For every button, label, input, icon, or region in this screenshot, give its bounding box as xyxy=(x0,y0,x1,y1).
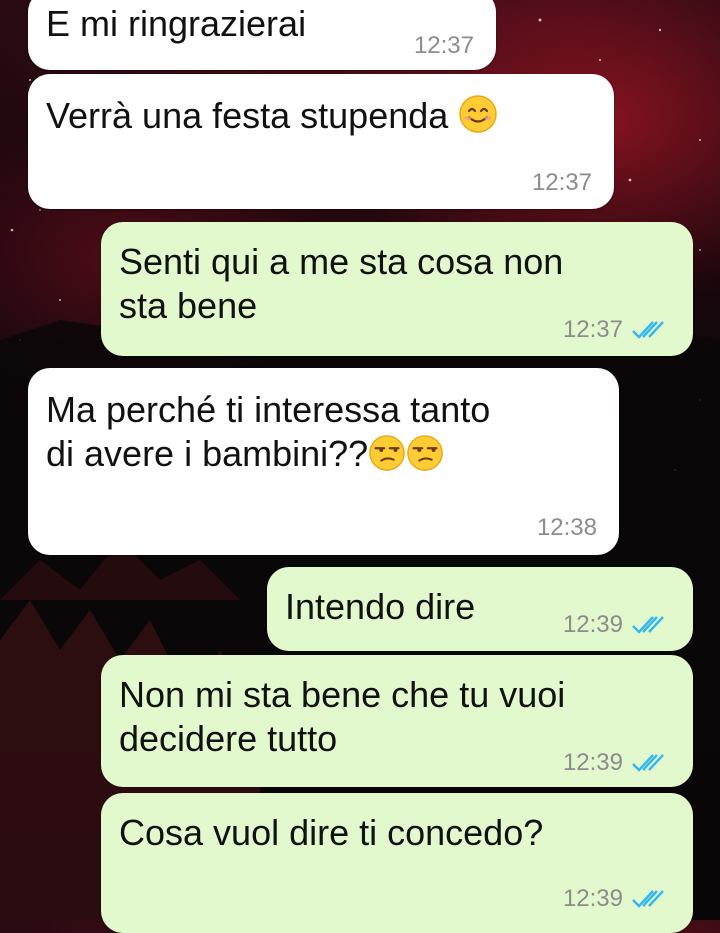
message-text-line: Non mi sta bene che tu vuoi xyxy=(119,674,566,715)
unamused-face-emoji-icon xyxy=(407,435,444,471)
message-text: Ma perché ti interessa tanto di avere i … xyxy=(46,388,601,476)
read-receipt-icon xyxy=(632,616,664,634)
message-timestamp: 12:37 xyxy=(562,316,623,343)
message-timestamp: 12:39 xyxy=(562,885,623,912)
smiling-face-emoji-icon xyxy=(459,95,498,133)
message-bubble-outgoing[interactable]: Senti qui a me sta cosa non sta bene 12:… xyxy=(101,222,693,356)
message-bubble-incoming[interactable]: Verrà una festa stupenda 12:37 xyxy=(28,74,614,209)
message-text-line-with-emoji: di avere i bambini?? xyxy=(46,432,601,476)
message-text: Senti qui a me sta cosa non sta bene xyxy=(119,240,675,328)
message-bubble-incoming[interactable]: E mi ringrazierai 12:37 xyxy=(28,0,496,70)
message-text-line: di avere i bambini?? xyxy=(46,433,369,474)
message-text-line: Ma perché ti interessa tanto xyxy=(46,389,491,430)
unamused-face-emoji-icon xyxy=(369,435,406,471)
message-bubble-outgoing[interactable]: Cosa vuol dire ti concedo? 12:39 xyxy=(101,793,693,933)
message-text: Non mi sta bene che tu vuoi decidere tut… xyxy=(119,673,675,761)
message-text-line: Senti qui a me sta cosa non xyxy=(119,241,564,282)
read-receipt-icon xyxy=(632,321,664,339)
message-timestamp: 12:37 xyxy=(531,169,592,196)
message-timestamp: 12:39 xyxy=(562,749,623,776)
message-bubble-outgoing[interactable]: Intendo dire 12:39 xyxy=(267,567,693,651)
message-timestamp: 12:38 xyxy=(536,514,597,541)
message-timestamp: 12:39 xyxy=(562,611,623,638)
read-receipt-icon xyxy=(632,754,664,772)
message-text: Verrà una festa stupenda xyxy=(46,95,449,136)
message-timestamp: 12:37 xyxy=(413,32,474,59)
message-text-line: Verrà una festa stupenda xyxy=(46,94,604,138)
message-text: Cosa vuol dire ti concedo? xyxy=(119,812,544,853)
message-bubble-incoming[interactable]: Ma perché ti interessa tanto di avere i … xyxy=(28,368,619,555)
read-receipt-icon xyxy=(632,890,664,908)
message-bubble-outgoing[interactable]: Non mi sta bene che tu vuoi decidere tut… xyxy=(101,655,693,787)
